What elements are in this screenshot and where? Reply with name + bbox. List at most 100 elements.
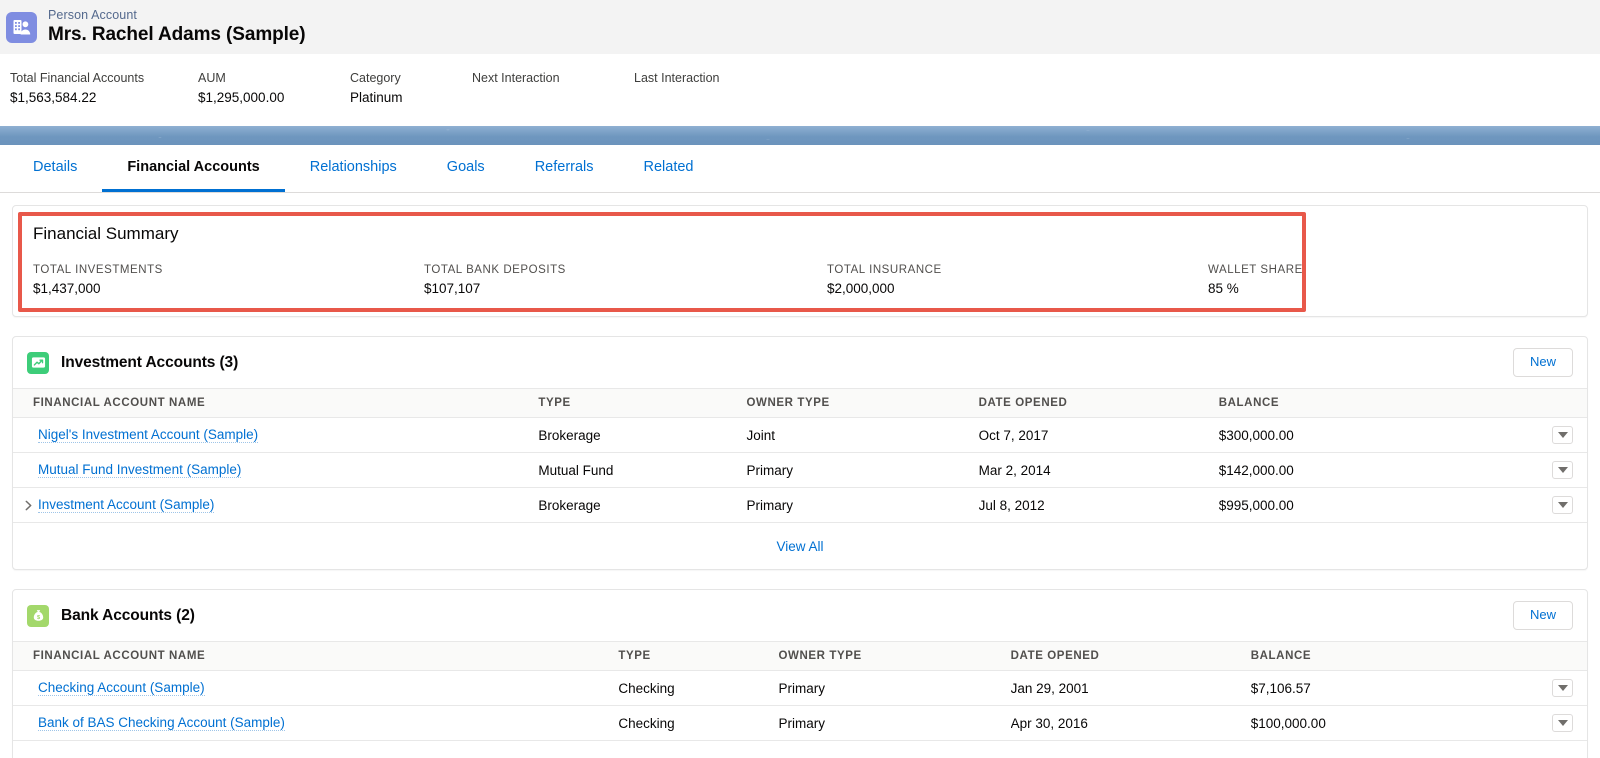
cell-type: Brokerage bbox=[538, 487, 747, 523]
chevron-down-icon bbox=[1557, 720, 1568, 726]
table-row: Checking Account (Sample) Checking Prima… bbox=[13, 670, 1587, 706]
highlight-aum: AUM $1,295,000.00 bbox=[198, 70, 350, 108]
page-body: Financial Summary TOTAL INVESTMENTS $1,4… bbox=[0, 193, 1600, 758]
summary-total-bank-deposits: TOTAL BANK DEPOSITS $107,107 bbox=[424, 263, 827, 298]
money-bag-icon: $ bbox=[27, 604, 49, 627]
investment-accounts-card: Investment Accounts (3) New FINANCIAL AC… bbox=[12, 336, 1588, 570]
cell-owner-type: Primary bbox=[778, 705, 1011, 741]
investment-accounts-actions: New bbox=[1512, 348, 1573, 377]
investment-accounts-header: Investment Accounts (3) New bbox=[13, 337, 1587, 389]
chevron-down-icon bbox=[1557, 685, 1568, 691]
bank-accounts-table: FINANCIAL ACCOUNT NAME TYPE OWNER TYPE D… bbox=[13, 642, 1587, 741]
summary-label: TOTAL BANK DEPOSITS bbox=[424, 264, 566, 276]
bank-accounts-footer: View All bbox=[13, 741, 1587, 758]
column-header-owner-type[interactable]: OWNER TYPE bbox=[778, 642, 1011, 671]
bank-accounts-header: $ Bank Accounts (2) New bbox=[13, 590, 1587, 642]
bank-account-link[interactable]: Checking Account (Sample) bbox=[38, 680, 205, 696]
investment-account-link[interactable]: Nigel's Investment Account (Sample) bbox=[38, 427, 259, 443]
highlight-category: Category Platinum bbox=[350, 70, 472, 108]
cell-owner-type: Primary bbox=[778, 670, 1011, 706]
person-account-icon bbox=[6, 11, 37, 43]
investment-accounts-footer: View All bbox=[13, 523, 1587, 569]
cell-account-name: Checking Account (Sample) bbox=[13, 670, 619, 706]
tab-label: Referrals bbox=[534, 159, 594, 175]
view-all-investment-accounts-link[interactable]: View All bbox=[776, 539, 823, 554]
highlight-label: AUM bbox=[198, 71, 226, 85]
column-header-type[interactable]: TYPE bbox=[538, 389, 747, 418]
investment-account-link[interactable]: Investment Account (Sample) bbox=[38, 497, 215, 513]
chevron-down-icon bbox=[1557, 502, 1568, 508]
column-header-date-opened[interactable]: DATE OPENED bbox=[1010, 642, 1251, 671]
column-header-balance[interactable]: BALANCE bbox=[1218, 389, 1509, 418]
highlight-total-financial-accounts: Total Financial Accounts $1,563,584.22 bbox=[0, 70, 198, 108]
investment-accounts-title: Investment Accounts (3) bbox=[61, 353, 239, 371]
cell-owner-type: Joint bbox=[746, 417, 979, 453]
cell-account-name: Mutual Fund Investment (Sample) bbox=[13, 452, 539, 488]
highlight-value: $1,563,584.22 bbox=[10, 90, 97, 105]
tab-label: Financial Accounts bbox=[127, 159, 260, 175]
page-title: Mrs. Rachel Adams (Sample) bbox=[48, 23, 306, 45]
table-row: Investment Account (Sample) Brokerage Pr… bbox=[13, 487, 1587, 523]
tab-bar: Details Financial Accounts Relationships… bbox=[0, 145, 1600, 193]
column-header-type[interactable]: TYPE bbox=[618, 642, 779, 671]
cell-actions bbox=[1508, 452, 1587, 488]
cell-account-name: Bank of BAS Checking Account (Sample) bbox=[13, 705, 619, 741]
tab-details[interactable]: Details bbox=[8, 145, 102, 192]
new-bank-account-button[interactable]: New bbox=[1512, 601, 1573, 630]
investment-accounts-table: FINANCIAL ACCOUNT NAME TYPE OWNER TYPE D… bbox=[13, 389, 1587, 523]
highlights-panel: Total Financial Accounts $1,563,584.22 A… bbox=[0, 55, 1600, 126]
table-header-row: FINANCIAL ACCOUNT NAME TYPE OWNER TYPE D… bbox=[13, 642, 1587, 671]
bank-accounts-actions: New bbox=[1512, 601, 1573, 630]
tab-label: Related bbox=[643, 159, 694, 175]
cell-date-opened: Apr 30, 2016 bbox=[1010, 705, 1251, 741]
cell-owner-type: Primary bbox=[746, 452, 979, 488]
cell-balance: $7,106.57 bbox=[1250, 670, 1509, 706]
summary-label: TOTAL INSURANCE bbox=[827, 264, 942, 276]
tab-label: Details bbox=[33, 159, 78, 175]
bank-account-link[interactable]: Bank of BAS Checking Account (Sample) bbox=[38, 715, 285, 731]
table-row: Bank of BAS Checking Account (Sample) Ch… bbox=[13, 705, 1587, 741]
highlight-label: Category bbox=[350, 71, 401, 85]
column-header-actions bbox=[1508, 642, 1587, 671]
investment-account-link[interactable]: Mutual Fund Investment (Sample) bbox=[38, 462, 242, 478]
tab-related[interactable]: Related bbox=[619, 145, 719, 192]
row-actions-dropdown-button[interactable] bbox=[1552, 714, 1573, 732]
cell-type: Checking bbox=[618, 670, 779, 706]
tab-referrals[interactable]: Referrals bbox=[510, 145, 619, 192]
tab-goals[interactable]: Goals bbox=[422, 145, 510, 192]
cell-balance: $142,000.00 bbox=[1218, 452, 1509, 488]
tab-label: Relationships bbox=[309, 159, 397, 175]
financial-summary-card: Financial Summary TOTAL INVESTMENTS $1,4… bbox=[12, 205, 1588, 317]
tab-relationships[interactable]: Relationships bbox=[285, 145, 422, 192]
column-header-balance[interactable]: BALANCE bbox=[1250, 642, 1509, 671]
table-row: Mutual Fund Investment (Sample) Mutual F… bbox=[13, 452, 1587, 488]
decorative-banner bbox=[0, 126, 1600, 145]
cell-account-name: Investment Account (Sample) bbox=[13, 487, 539, 523]
column-header-name[interactable]: FINANCIAL ACCOUNT NAME bbox=[13, 389, 539, 418]
cell-date-opened: Jan 29, 2001 bbox=[1010, 670, 1251, 706]
row-actions-dropdown-button[interactable] bbox=[1552, 426, 1573, 444]
highlight-next-interaction: Next Interaction bbox=[472, 70, 634, 88]
column-header-owner-type[interactable]: OWNER TYPE bbox=[746, 389, 979, 418]
investment-chart-icon bbox=[27, 351, 49, 374]
column-header-date-opened[interactable]: DATE OPENED bbox=[978, 389, 1219, 418]
summary-value: 85 % bbox=[1208, 281, 1239, 296]
tab-financial-accounts[interactable]: Financial Accounts bbox=[102, 145, 285, 192]
column-header-actions bbox=[1508, 389, 1587, 418]
bank-accounts-title: Bank Accounts (2) bbox=[61, 606, 195, 624]
row-actions-dropdown-button[interactable] bbox=[1552, 679, 1573, 697]
highlight-last-interaction: Last Interaction bbox=[634, 70, 804, 88]
summary-label: TOTAL INVESTMENTS bbox=[33, 264, 163, 276]
expand-row-chevron-icon[interactable] bbox=[22, 499, 35, 512]
row-actions-dropdown-button[interactable] bbox=[1552, 496, 1573, 514]
cell-actions bbox=[1508, 705, 1587, 741]
highlight-label: Next Interaction bbox=[472, 71, 560, 85]
highlight-label: Last Interaction bbox=[634, 71, 720, 85]
page-header: Person Account Mrs. Rachel Adams (Sample… bbox=[0, 0, 1600, 55]
cell-date-opened: Mar 2, 2014 bbox=[978, 452, 1219, 488]
row-actions-dropdown-button[interactable] bbox=[1552, 461, 1573, 479]
cell-actions bbox=[1508, 487, 1587, 523]
column-header-name[interactable]: FINANCIAL ACCOUNT NAME bbox=[13, 642, 619, 671]
highlight-label: Total Financial Accounts bbox=[10, 71, 145, 85]
new-investment-account-button[interactable]: New bbox=[1512, 348, 1573, 377]
